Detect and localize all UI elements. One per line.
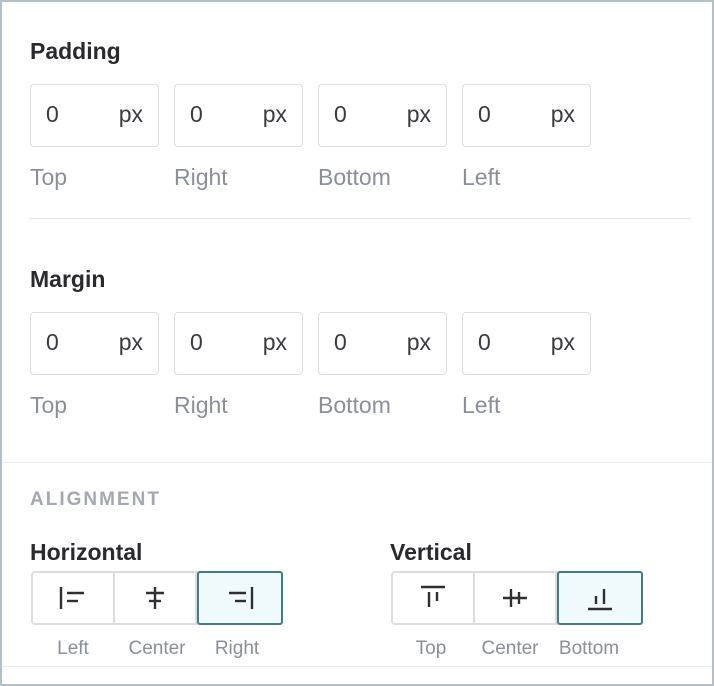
padding-title: Padding <box>30 38 121 64</box>
margin-right-unit: px <box>262 329 287 355</box>
padding-top-input[interactable]: 0 px <box>30 84 159 147</box>
padding-right-unit: px <box>262 101 287 127</box>
horizontal-right-button[interactable] <box>197 571 283 625</box>
alignment-caption: ALIGNMENT <box>30 489 161 510</box>
margin-right-value[interactable]: 0 <box>190 329 203 356</box>
padding-left-input[interactable]: 0 px <box>462 84 591 147</box>
vertical-top-label: Top <box>415 638 447 659</box>
horizontal-center-label: Center <box>128 638 186 659</box>
section-divider <box>30 218 690 219</box>
horizontal-alignment-group <box>31 571 283 625</box>
vertical-title: Vertical <box>390 539 472 565</box>
align-bottom-icon <box>588 589 612 611</box>
padding-top-label: Top <box>30 164 68 190</box>
vertical-center-button[interactable] <box>475 573 557 623</box>
margin-right-label: Right <box>174 392 228 418</box>
margin-left-value[interactable]: 0 <box>478 329 491 356</box>
margin-top-unit: px <box>118 329 143 355</box>
padding-right-label: Right <box>174 164 228 190</box>
vertical-bottom-label: Bottom <box>558 638 620 659</box>
layout-properties-panel: Padding 0 px 0 px 0 px 0 px Top Right Bo… <box>0 0 714 686</box>
padding-right-value[interactable]: 0 <box>190 101 203 128</box>
margin-left-input[interactable]: 0 px <box>462 312 591 375</box>
padding-right-input[interactable]: 0 px <box>174 84 303 147</box>
vertical-center-label: Center <box>481 638 539 659</box>
horizontal-left-button[interactable] <box>33 573 115 623</box>
margin-top-label: Top <box>30 392 68 418</box>
horizontal-title: Horizontal <box>30 539 143 565</box>
padding-top-unit: px <box>118 101 143 127</box>
margin-top-input[interactable]: 0 px <box>30 312 159 375</box>
alignment-divider <box>2 462 712 463</box>
margin-bottom-value[interactable]: 0 <box>334 329 347 356</box>
padding-bottom-input[interactable]: 0 px <box>318 84 447 147</box>
padding-top-value[interactable]: 0 <box>46 101 59 128</box>
padding-left-unit: px <box>550 101 575 127</box>
horizontal-right-label: Right <box>214 638 260 659</box>
vertical-bottom-button[interactable] <box>557 571 643 625</box>
margin-right-input[interactable]: 0 px <box>174 312 303 375</box>
padding-bottom-label: Bottom <box>318 164 391 190</box>
margin-bottom-unit: px <box>406 329 431 355</box>
padding-left-label: Left <box>462 164 501 190</box>
padding-bottom-unit: px <box>406 101 431 127</box>
vertical-top-button[interactable] <box>393 573 475 623</box>
margin-bottom-input[interactable]: 0 px <box>318 312 447 375</box>
horizontal-center-button[interactable] <box>115 573 197 623</box>
vertical-alignment-group <box>391 571 643 625</box>
align-center-horizontal-icon <box>146 587 164 609</box>
margin-bottom-label: Bottom <box>318 392 391 418</box>
margin-title: Margin <box>30 266 106 292</box>
horizontal-left-label: Left <box>57 638 89 659</box>
padding-bottom-value[interactable]: 0 <box>334 101 347 128</box>
margin-top-value[interactable]: 0 <box>46 329 59 356</box>
padding-left-value[interactable]: 0 <box>478 101 491 128</box>
margin-left-label: Left <box>462 392 501 418</box>
align-center-vertical-icon <box>503 589 527 607</box>
bottom-divider <box>2 666 712 667</box>
align-left-icon <box>59 587 84 609</box>
margin-left-unit: px <box>550 329 575 355</box>
align-right-icon <box>229 587 254 609</box>
align-top-icon <box>421 585 445 607</box>
